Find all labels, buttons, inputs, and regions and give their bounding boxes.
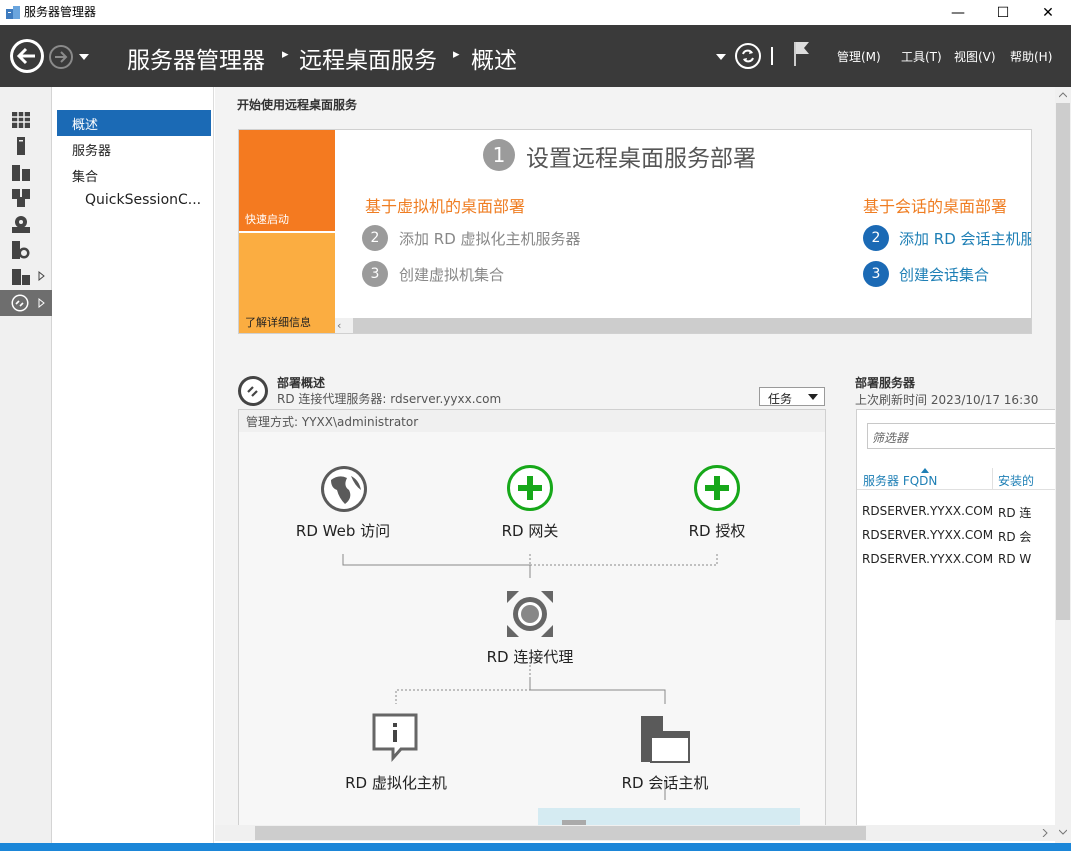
role-rd-web-access[interactable]: RD Web 访问	[279, 520, 407, 541]
virtualization-host-icon	[372, 713, 418, 762]
refresh-icon[interactable]	[734, 42, 762, 70]
create-session-collection-link[interactable]: 创建会话集合	[899, 264, 989, 285]
minimize-button[interactable]: —	[935, 0, 981, 25]
role-rd-gateway[interactable]: RD 网关	[466, 520, 594, 541]
deployment-diagram: 管理方式: YYXX\administrator RD Web 访问 RD 网关…	[238, 409, 826, 825]
add-rd-virtualization-host-link[interactable]: 添加 RD 虚拟化主机服务器	[399, 228, 581, 249]
step-number-badge: 2	[362, 225, 388, 251]
dashboard-icon[interactable]	[10, 109, 32, 131]
session-host-icon	[641, 716, 690, 763]
file-services-icon[interactable]	[10, 265, 32, 287]
role-rd-virtualization-host[interactable]: RD 虚拟化主机	[324, 772, 468, 793]
broker-server-line: RD 连接代理服务器: rdserver.yyxx.com	[277, 392, 502, 406]
nav-item-quicksession[interactable]: QuickSessionC...	[57, 188, 211, 214]
breadcrumb-separator-icon: ▸	[453, 47, 460, 62]
getting-started-heading: 开始使用远程桌面服务	[237, 98, 358, 112]
window-title: 服务器管理器	[24, 5, 97, 19]
collection-box[interactable]	[538, 808, 800, 825]
scroll-up-icon[interactable]	[1059, 92, 1067, 98]
add-gateway-icon[interactable]	[506, 464, 554, 512]
expand-arrow-icon[interactable]	[38, 298, 45, 308]
step-number-badge: 3	[863, 261, 889, 287]
toolbar-divider	[771, 47, 773, 65]
role-rd-connection-broker[interactable]: RD 连接代理	[466, 646, 594, 667]
scroll-right-icon[interactable]	[1042, 829, 1048, 837]
close-button[interactable]: ✕	[1025, 0, 1071, 25]
breadcrumb-separator-icon: ▸	[282, 47, 289, 62]
session-deployment-heading: 基于会话的桌面部署	[863, 197, 1008, 216]
sort-ascending-icon	[921, 468, 929, 473]
menu-help[interactable]: 帮助(H)	[1010, 48, 1052, 65]
table-row[interactable]: RDSERVER.YYXX.COM RD 连	[857, 500, 1055, 524]
connection-broker-icon	[507, 591, 553, 637]
globe-icon	[321, 466, 367, 512]
all-servers-icon[interactable]	[10, 161, 32, 183]
breadcrumb-overview: 概述	[471, 48, 517, 74]
back-icon[interactable]	[8, 37, 46, 75]
deployment-overview-title: 部署概述	[277, 376, 326, 390]
scrollbar-thumb[interactable]	[1056, 103, 1070, 620]
app-header: 服务器管理器 ▸ 远程桌面服务 ▸ 概述 管理(M) 工具(T) 视图(V) 帮…	[0, 25, 1071, 87]
nav-item-servers[interactable]: 服务器	[57, 136, 211, 162]
history-dropdown-icon[interactable]	[78, 53, 90, 61]
getting-started-panel: 快速启动 了解详细信息 1 设置远程桌面服务部署 基于虚拟机的桌面部署 2 添加…	[238, 129, 1032, 334]
role-rd-session-host[interactable]: RD 会话主机	[593, 772, 737, 793]
rds-deployment-icon	[238, 376, 268, 406]
step1-title: 设置远程桌面服务部署	[526, 146, 756, 172]
create-vm-collection-link[interactable]: 创建虚拟机集合	[399, 264, 504, 285]
vm-deployment-heading: 基于虚拟机的桌面部署	[365, 197, 526, 216]
panel-hscroll[interactable]: ‹	[335, 318, 1031, 333]
remote-desktop-icon	[11, 294, 29, 312]
add-rd-session-host-link[interactable]: 添加 RD 会话主机服务器	[899, 228, 1031, 249]
quick-start-tile[interactable]: 快速启动	[239, 130, 335, 231]
last-refreshed-label: 上次刷新时间 2023/10/17 16:30	[855, 393, 1039, 407]
role-rd-licensing[interactable]: RD 授权	[653, 520, 781, 541]
table-row[interactable]: RDSERVER.YYXX.COM RD 会	[857, 524, 1055, 548]
add-licensing-icon[interactable]	[693, 464, 741, 512]
dropdown-icon	[808, 394, 818, 400]
menu-tools[interactable]: 工具(T)	[901, 48, 942, 65]
local-server-icon[interactable]	[10, 135, 32, 157]
title-bar: 服务器管理器 — ☐ ✕	[0, 0, 1071, 25]
file-storage-icon[interactable]	[10, 187, 32, 209]
scroll-down-icon[interactable]	[1059, 829, 1067, 835]
maximize-button[interactable]: ☐	[980, 0, 1026, 25]
step-number-badge: 1	[483, 139, 515, 171]
taskbar-strip	[0, 843, 1071, 851]
menu-view[interactable]: 视图(V)	[954, 48, 996, 65]
forward-icon[interactable]	[48, 44, 74, 70]
column-header-fqdn[interactable]: 服务器 FQDN	[863, 472, 937, 489]
tasks-dropdown[interactable]: 任务	[759, 387, 825, 406]
filter-input[interactable]: 筛选器	[867, 423, 1055, 449]
step-number-badge: 3	[362, 261, 388, 287]
horizontal-scrollbar[interactable]	[238, 825, 1055, 841]
deployment-servers-panel: 筛选器 服务器 FQDN 安装的 RDSERVER.YYXX.COM RD 连 …	[856, 409, 1055, 825]
column-header-installed[interactable]: 安装的	[998, 472, 1034, 489]
iis-icon[interactable]	[10, 213, 32, 235]
dropdown-icon[interactable]	[716, 54, 726, 60]
scrollbar-thumb[interactable]	[353, 318, 1031, 333]
nav-pane: 概述 服务器 集合 QuickSessionC...	[53, 87, 214, 843]
scroll-left-icon[interactable]: ‹	[337, 319, 341, 332]
breadcrumb-rds[interactable]: 远程桌面服务	[299, 41, 437, 75]
step-number-badge: 2	[863, 225, 889, 251]
remote-access-icon[interactable]	[10, 239, 32, 261]
main-content: 开始使用远程桌面服务 快速启动 了解详细信息 1 设置远程桌面服务部署 基于虚拟…	[215, 87, 1055, 825]
expand-arrow-icon[interactable]	[38, 271, 45, 281]
menu-manage[interactable]: 管理(M)	[837, 48, 881, 65]
breadcrumb-server-manager[interactable]: 服务器管理器	[127, 41, 265, 75]
nav-item-overview[interactable]: 概述	[57, 110, 211, 136]
notifications-flag-icon[interactable]	[792, 40, 812, 68]
learn-more-tile[interactable]: 了解详细信息	[239, 233, 335, 333]
nav-item-collections[interactable]: 集合	[57, 162, 211, 188]
vertical-scrollbar[interactable]	[1055, 87, 1071, 843]
remote-desktop-services-tile[interactable]	[0, 290, 52, 316]
table-row[interactable]: RDSERVER.YYXX.COM RD W	[857, 548, 1055, 572]
table-header: 服务器 FQDN 安装的	[857, 468, 1055, 490]
left-icon-bar	[0, 87, 52, 843]
deployment-servers-title: 部署服务器	[855, 376, 916, 390]
server-manager-icon	[6, 6, 20, 19]
scrollbar-thumb[interactable]	[255, 826, 866, 840]
